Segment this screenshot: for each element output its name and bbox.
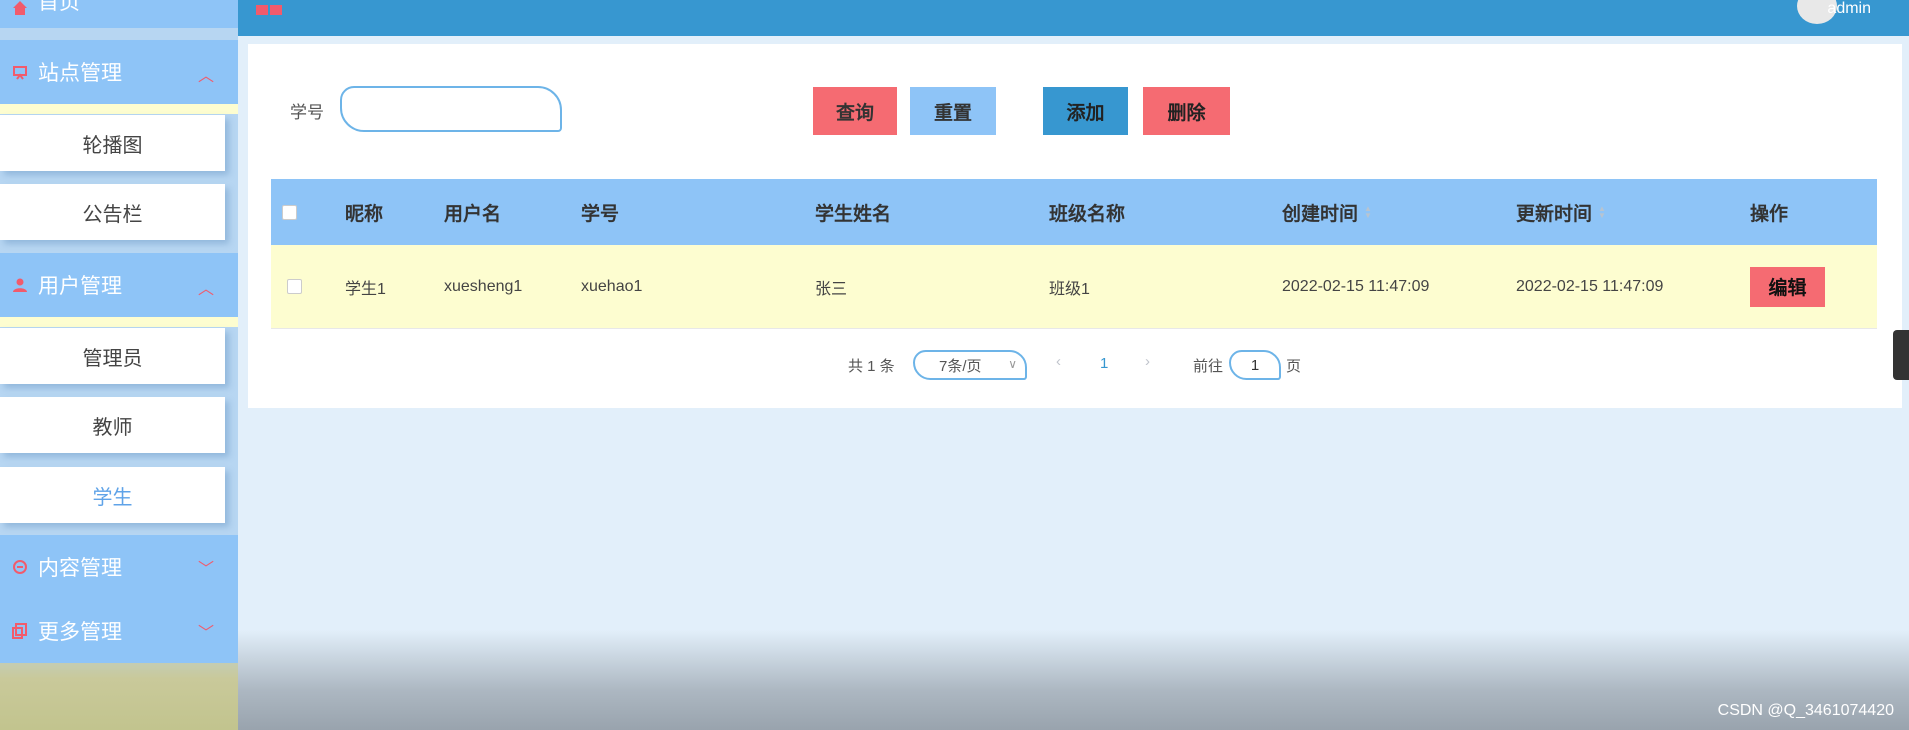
col-student-no: 学号 — [581, 203, 620, 225]
side-handle[interactable] — [1893, 330, 1909, 380]
menu-toggle-icon[interactable] — [256, 5, 282, 15]
col-nickname: 昵称 — [345, 203, 384, 225]
copy-icon — [12, 623, 27, 639]
page-size-value: 7条/页 — [939, 357, 982, 375]
col-username: 用户名 — [444, 203, 502, 225]
user-icon — [13, 278, 27, 292]
table-header: 昵称 用户名 学号 学生姓名 班级名称 创建时间 ▲ ▼ 更新时间 ▲ ▼ 操作 — [271, 179, 1877, 245]
menu-home[interactable]: 首页 — [0, 0, 238, 28]
cell-created: 2022-02-15 11:47:09 — [1282, 277, 1430, 295]
sort-icon[interactable]: ▲ ▼ — [1364, 205, 1372, 220]
sidebar-item-label: 教师 — [92, 416, 133, 439]
sidebar-item-label: 学生 — [92, 486, 133, 509]
menu-content-management-label: 内容管理 — [38, 557, 122, 580]
menu-site-management[interactable]: 站点管理 ︿ — [0, 40, 238, 104]
reset-button[interactable]: 重置 — [910, 87, 996, 135]
menu-user-management[interactable]: 用户管理 ︿ — [0, 253, 238, 317]
sidebar-item-label: 轮播图 — [82, 134, 143, 157]
chevron-up-icon: ︿ — [197, 68, 214, 85]
sidebar-item-notice[interactable]: 公告栏 — [0, 184, 225, 240]
cell-updated: 2022-02-15 11:47:09 — [1516, 277, 1664, 295]
goto-label: 前往 — [1193, 358, 1224, 375]
edit-button[interactable]: 编辑 — [1750, 266, 1825, 307]
topbar: admin — [238, 0, 1909, 36]
search-input[interactable] — [340, 86, 562, 132]
menu-user-management-label: 用户管理 — [38, 275, 122, 298]
chat-icon — [13, 560, 27, 574]
cell-student-name: 张三 — [815, 280, 848, 298]
col-created-label: 创建时间 — [1282, 203, 1359, 225]
content-card: 学号 查询 重置 添加 删除 昵称 用户名 学号 学生姓名 班级名称 创建时间 … — [248, 44, 1902, 408]
add-button[interactable]: 添加 — [1043, 87, 1128, 135]
col-updated[interactable]: 更新时间 ▲ ▼ — [1516, 179, 1606, 245]
page-size-select[interactable]: 7条/页 ∨ — [913, 350, 1027, 380]
chevron-down-icon: ﹀ — [197, 625, 214, 642]
menu-home-label: 首页 — [38, 0, 80, 14]
sidebar: 首页 站点管理 ︿ 轮播图 公告栏 用户管理 ︿ 管理员 教师 学生 内容管理 … — [0, 0, 238, 730]
menu-more-management[interactable]: 更多管理 ﹀ — [0, 599, 238, 663]
prev-page-icon[interactable]: ‹ — [1056, 353, 1061, 370]
pager-total: 共 1 条 — [848, 358, 895, 375]
select-all-checkbox[interactable] — [282, 204, 297, 220]
col-created[interactable]: 创建时间 ▲ ▼ — [1282, 179, 1372, 245]
chevron-up-icon: ︿ — [197, 281, 214, 298]
cell-username: xuesheng1 — [444, 277, 523, 295]
col-actions: 操作 — [1750, 203, 1789, 225]
submenu-strip — [0, 104, 238, 114]
col-updated-label: 更新时间 — [1516, 203, 1593, 225]
menu-more-management-label: 更多管理 — [38, 621, 122, 644]
col-class-name: 班级名称 — [1049, 203, 1126, 225]
sidebar-item-teacher[interactable]: 教师 — [0, 397, 225, 453]
search-label: 学号 — [290, 103, 324, 122]
query-button[interactable]: 查询 — [813, 87, 897, 135]
page-number[interactable]: 1 — [1100, 355, 1108, 372]
sidebar-item-carousel[interactable]: 轮播图 — [0, 115, 225, 171]
menu-content-management[interactable]: 内容管理 ﹀ — [0, 535, 238, 599]
monitor-icon — [13, 66, 27, 80]
goto-page-input[interactable]: 1 — [1229, 350, 1281, 380]
watermark: CSDN @Q_3461074420 — [1717, 702, 1894, 719]
bottom-overlay — [238, 630, 1909, 730]
chevron-down-icon: ﹀ — [197, 561, 214, 578]
home-icon — [13, 1, 27, 15]
sidebar-item-label: 公告栏 — [82, 203, 143, 226]
chevron-down-icon: ∨ — [1008, 357, 1017, 371]
row-checkbox[interactable] — [287, 279, 302, 294]
menu-site-management-label: 站点管理 — [38, 62, 122, 85]
col-student-name: 学生姓名 — [815, 203, 892, 225]
table-row: 学生1 xuesheng1 xuehao1 张三 班级1 2022-02-15 … — [271, 245, 1877, 329]
sidebar-item-student[interactable]: 学生 — [0, 467, 225, 523]
delete-button[interactable]: 删除 — [1143, 87, 1230, 135]
sort-icon[interactable]: ▲ ▼ — [1598, 205, 1606, 220]
sidebar-item-label: 管理员 — [82, 347, 143, 370]
submenu-strip — [0, 317, 238, 327]
cell-nickname: 学生1 — [345, 280, 386, 298]
sidebar-item-admin[interactable]: 管理员 — [0, 328, 225, 384]
username[interactable]: admin — [1827, 0, 1871, 18]
cell-class-name: 班级1 — [1049, 280, 1090, 298]
page-suffix: 页 — [1286, 358, 1302, 375]
next-page-icon[interactable]: › — [1145, 353, 1150, 370]
cell-student-no: xuehao1 — [581, 277, 643, 295]
